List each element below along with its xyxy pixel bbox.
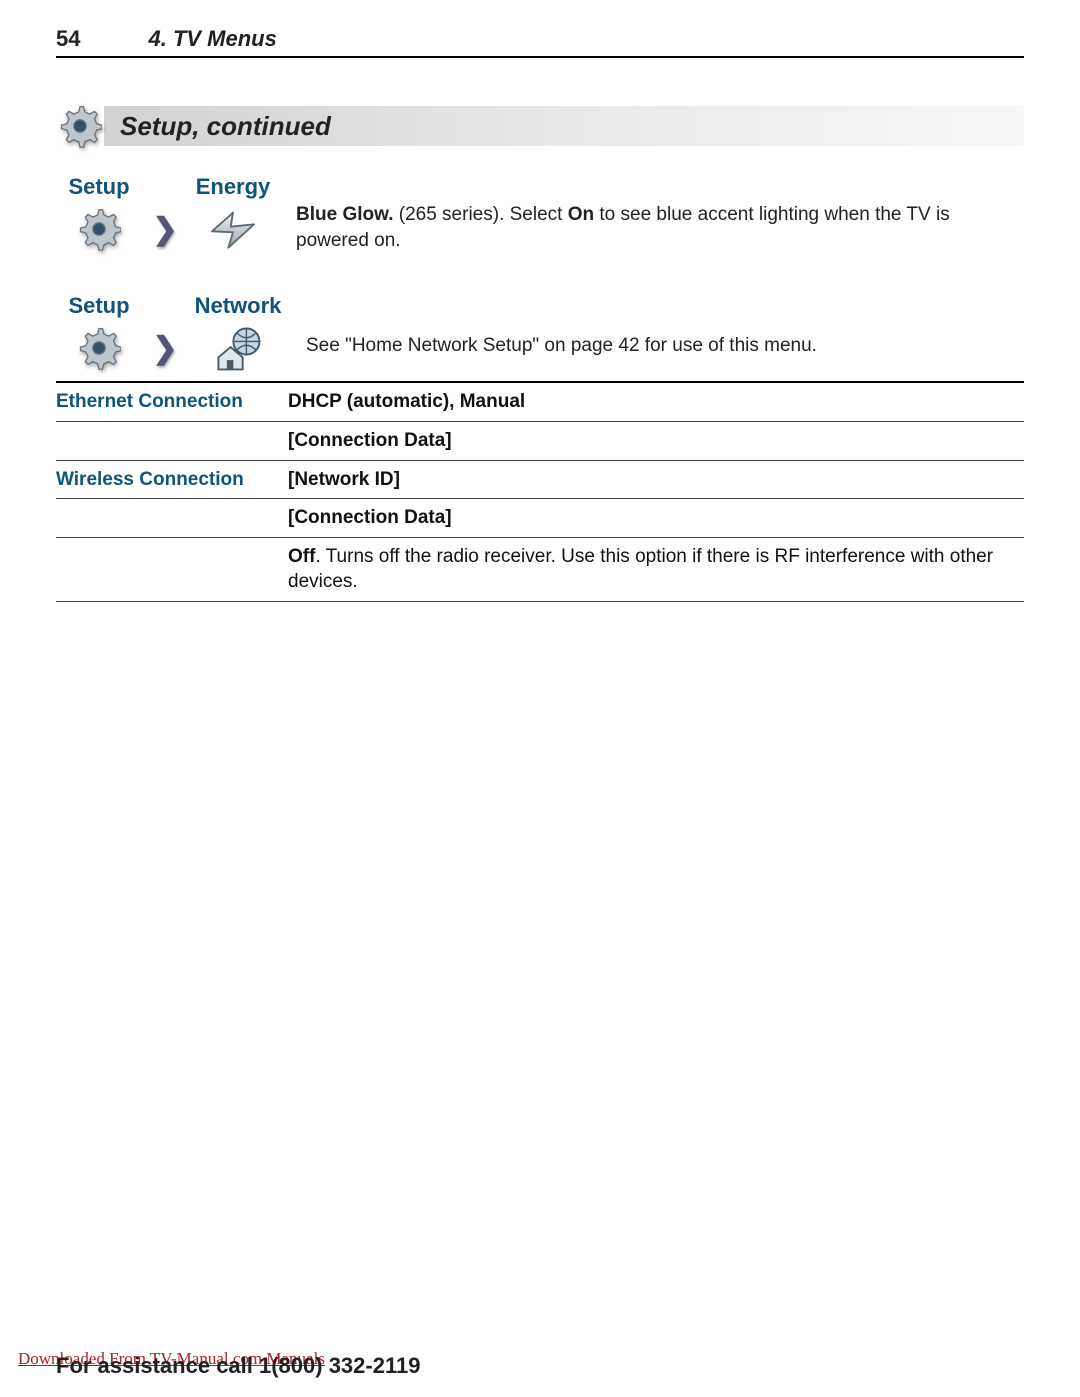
row-value: [Connection Data]: [288, 499, 1024, 538]
arrow-right-icon: ❯: [148, 212, 181, 247]
network-intro: See "Home Network Setup" on page 42 for …: [296, 293, 1024, 359]
chapter-title: 4. TV Menus: [148, 26, 276, 52]
table-row: [56, 602, 1024, 615]
assistance-footer: For assistance call 1(800) 332-2119: [56, 1353, 420, 1379]
table-row: [Connection Data]: [56, 421, 1024, 460]
menu-path-energy: Setup ❯ Energy: [56, 174, 1024, 253]
network-globe-house-icon: [210, 325, 266, 371]
energy-bolt-icon: [205, 206, 261, 252]
page-header: 54 4. TV Menus: [56, 26, 1024, 58]
section-title: Setup, continued: [120, 111, 331, 142]
gear-icon: [56, 104, 104, 148]
row-value: DHCP (automatic), Manual: [288, 382, 1024, 421]
row-value: [Network ID]: [288, 460, 1024, 499]
path-setup-label: Setup: [68, 174, 129, 200]
energy-description: Blue Glow. (265 series). Select On to se…: [286, 174, 1024, 253]
table-row: Wireless Connection [Network ID]: [56, 460, 1024, 499]
table-row: Ethernet Connection DHCP (automatic), Ma…: [56, 382, 1024, 421]
gear-icon: [77, 206, 121, 252]
row-label: Wireless Connection: [56, 460, 288, 499]
row-value: [Connection Data]: [288, 421, 1024, 460]
table-row: Off. Turns off the radio receiver. Use t…: [56, 537, 1024, 601]
row-label: Ethernet Connection: [56, 382, 288, 421]
menu-path-network: Setup ❯ Network: [56, 293, 1024, 371]
page-number: 54: [56, 26, 80, 52]
path-energy-label: Energy: [196, 174, 271, 200]
row-value: Off. Turns off the radio receiver. Use t…: [288, 537, 1024, 601]
network-settings-table: Ethernet Connection DHCP (automatic), Ma…: [56, 381, 1024, 614]
path-setup-label: Setup: [68, 293, 129, 319]
table-row: [Connection Data]: [56, 499, 1024, 538]
gear-icon: [77, 325, 121, 371]
path-network-label: Network: [195, 293, 282, 319]
section-heading-bar: Setup, continued: [56, 102, 1024, 150]
arrow-right-icon: ❯: [148, 331, 181, 366]
